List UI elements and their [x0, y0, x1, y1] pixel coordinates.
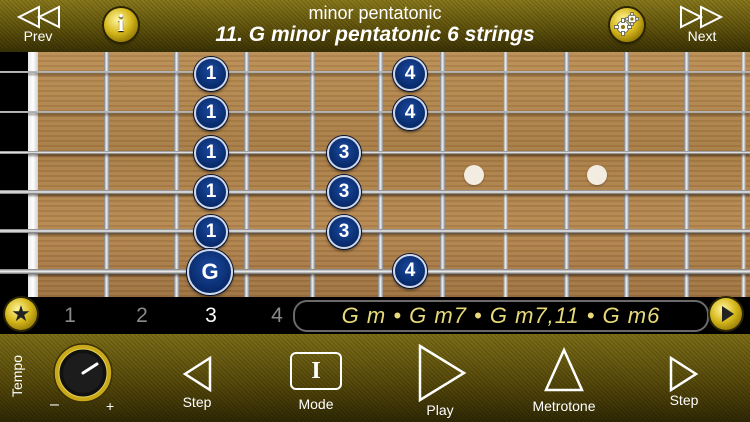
chord-list: G m • G m7 • G m7,11 • G m6	[341, 303, 661, 328]
prev-label: Prev	[23, 28, 53, 44]
chord-next-button[interactable]	[710, 298, 742, 330]
step-back-button[interactable]: Step	[175, 334, 219, 410]
chord-strip[interactable]: G m • G m7 • G m7,11 • G m6	[293, 300, 709, 332]
fretboard-wood	[36, 52, 750, 297]
step-forward-button[interactable]: Step	[660, 334, 708, 408]
tempo-knob[interactable]	[52, 342, 114, 404]
prev-button[interactable]: Prev	[8, 2, 68, 50]
scale-note[interactable]: 1	[194, 215, 228, 249]
fret-number-bar: ★ 1 2 3 4 G m • G m7 • G m7,11 • G m6	[0, 297, 750, 334]
string	[0, 190, 750, 194]
scale-note[interactable]: 1	[194, 96, 228, 130]
scale-note[interactable]: 4	[393, 254, 427, 288]
string	[0, 71, 750, 73]
string	[0, 269, 750, 274]
rewind-icon	[16, 5, 60, 29]
app-window: Prev i minor pentatonic 11. G minor pent…	[0, 0, 750, 422]
triangle-left-icon	[182, 355, 212, 393]
page-title: 11. G minor pentatonic 6 strings	[215, 23, 535, 46]
scale-note[interactable]: 3	[327, 215, 361, 249]
header-bar: Prev i minor pentatonic 11. G minor pent…	[0, 0, 750, 52]
fret-wire	[378, 52, 383, 297]
info-button[interactable]: i	[104, 8, 138, 42]
tempo-label: Tempo	[9, 354, 25, 398]
play-button[interactable]: Play	[405, 334, 475, 418]
fret-number[interactable]: 2	[127, 304, 157, 328]
fret-wire	[741, 52, 746, 297]
root-note[interactable]: G	[187, 249, 233, 295]
fret-wire	[104, 52, 109, 297]
scale-note[interactable]: 1	[194, 175, 228, 209]
settings-button[interactable]	[610, 8, 644, 42]
next-label: Next	[687, 28, 717, 44]
string	[0, 111, 750, 113]
info-icon: i	[117, 11, 125, 37]
play-arrow-icon	[722, 306, 734, 322]
favorite-button[interactable]: ★	[5, 298, 37, 330]
step-back-label: Step	[182, 394, 212, 410]
fret-wire	[684, 52, 689, 297]
star-icon: ★	[11, 301, 31, 326]
metrotone-label: Metrotone	[532, 398, 596, 414]
fret-wire	[440, 52, 445, 297]
fretboard: 1 4 1 4 1 3 1 3 1 3 G 4	[0, 52, 750, 297]
scale-note[interactable]: 4	[393, 57, 427, 91]
fret-wire	[503, 52, 508, 297]
fret-wire	[244, 52, 249, 297]
fret-number[interactable]: 1	[55, 304, 85, 328]
play-icon	[418, 343, 467, 403]
string	[0, 151, 750, 154]
mode-icon: I	[290, 352, 342, 390]
scale-note[interactable]: 1	[194, 136, 228, 170]
scale-note[interactable]: 3	[327, 175, 361, 209]
fret-number[interactable]: 4	[262, 304, 292, 328]
metrotone-button[interactable]: Metrotone	[528, 334, 600, 414]
fret-wire	[174, 52, 179, 297]
string	[0, 229, 750, 233]
metronome-icon	[544, 346, 584, 392]
fret-number-active[interactable]: 3	[196, 304, 226, 328]
scale-note[interactable]: 1	[194, 57, 228, 91]
mode-label: Mode	[298, 396, 334, 412]
play-label: Play	[426, 402, 454, 418]
tempo-minus[interactable]: –	[50, 396, 59, 414]
scale-type: minor pentatonic	[308, 3, 442, 23]
step-forward-label: Step	[669, 392, 699, 408]
triangle-right-icon	[669, 355, 699, 393]
fret-wire	[310, 52, 315, 297]
fret-inlay-dot	[464, 165, 484, 185]
fret-wire	[564, 52, 569, 297]
tempo-plus[interactable]: +	[106, 398, 114, 414]
next-button[interactable]: Next	[672, 2, 732, 50]
fret-inlay-dot	[587, 165, 607, 185]
mode-button[interactable]: I Mode	[286, 334, 346, 412]
scale-note[interactable]: 4	[393, 96, 427, 130]
fast-forward-icon	[680, 5, 724, 29]
nut	[28, 52, 38, 297]
bottom-toolbar: Tempo – + Step I Mode Play Metrotone Ste…	[0, 334, 750, 422]
gear-icon	[614, 12, 639, 36]
fret-wire	[624, 52, 629, 297]
scale-note[interactable]: 3	[327, 136, 361, 170]
